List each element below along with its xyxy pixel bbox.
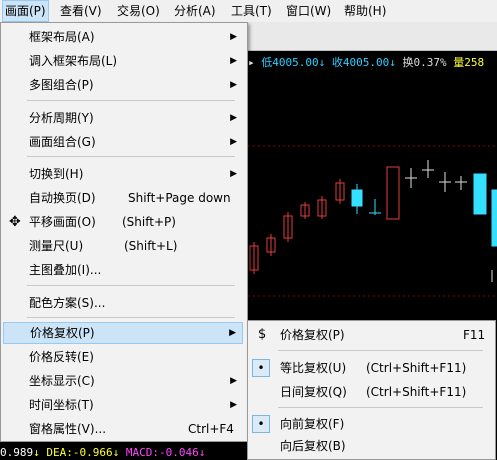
menu-item-analysis-period[interactable]: 分析周期(Y) ▶	[3, 107, 243, 129]
chevron-right-icon: ▶	[230, 32, 237, 42]
radio-selected-icon: •	[252, 359, 270, 377]
submenu-item-proportional[interactable]: • 等比复权(U) (Ctrl+Shift+F11)	[250, 357, 490, 379]
dif-value: 0.989	[0, 446, 34, 459]
menu-item-main-overlay[interactable]: 主图叠加(I)...	[3, 259, 243, 281]
menu-item-load-frame-layout[interactable]: 调入框架布局(L) ▶	[3, 50, 243, 72]
menu-item-screen-combo[interactable]: 画面组合(G) ▶	[3, 131, 243, 153]
menu-window[interactable]: 窗口(W)	[284, 0, 333, 22]
menu-separator	[278, 350, 483, 351]
dea-value: DEA:-0.966	[46, 446, 113, 459]
menu-item-frame-layout[interactable]: 框架布局(A) ▶	[3, 26, 243, 48]
screen-menu: 框架布局(A) ▶ 调入框架布局(L) ▶ 多图组合(P) ▶ 分析周期(Y) ▶ 画面…	[0, 22, 248, 442]
menu-view[interactable]: 查看(V)	[58, 0, 104, 22]
dollar-icon: $	[258, 327, 267, 342]
toolbar	[248, 22, 497, 51]
pan-icon: ✥	[9, 214, 21, 230]
menu-separator	[27, 317, 235, 318]
menu-item-pane-properties[interactable]: 窗格属性(V)... Ctrl+F4	[3, 418, 243, 440]
chevron-right-icon: ▶	[230, 169, 237, 179]
chevron-right-icon: ▶	[230, 376, 237, 386]
candle	[386, 166, 400, 220]
radio-selected-icon: •	[252, 415, 270, 433]
menu-item-coordinate-display[interactable]: 坐标显示(C) ▶	[3, 370, 243, 392]
menu-bar: 画面(P) 查看(V) 交易(O) 分析(A) 工具(T) 窗口(W) 帮助(H…	[0, 0, 497, 23]
menu-analysis[interactable]: 分析(A)	[172, 0, 218, 22]
menu-item-price-restoration[interactable]: 价格复权(P) ▶	[3, 322, 243, 344]
submenu-item-forward[interactable]: • 向前复权(F)	[250, 413, 490, 435]
menu-item-switch-to[interactable]: 切换到(H) ▶	[3, 163, 243, 185]
candle	[351, 189, 363, 207]
submenu-item-backward[interactable]: 向后复权(B)	[250, 435, 490, 457]
low-price: 低4005.00	[261, 56, 319, 69]
menu-item-ruler[interactable]: 测量尺(U) (Shift+L)	[3, 235, 243, 257]
menu-help[interactable]: 帮助(H)	[342, 0, 388, 22]
menu-item-color-scheme[interactable]: 配色方案(S)...	[3, 292, 243, 314]
menu-view-screen[interactable]: 画面(P)	[2, 0, 49, 22]
volume: 量258	[453, 56, 485, 69]
menu-separator	[278, 407, 483, 408]
menu-separator	[27, 156, 235, 157]
candle	[491, 189, 497, 247]
chevron-right-icon: ▶	[230, 137, 237, 147]
turnover-rate: 换0.37%	[402, 56, 447, 69]
menu-item-multi-chart[interactable]: 多图组合(P) ▶	[3, 74, 243, 96]
menu-separator	[27, 285, 235, 286]
chevron-right-icon: ▶	[230, 80, 237, 90]
chevron-right-icon: ▶	[230, 113, 237, 123]
submenu-item-daily[interactable]: 日间复权(Q) (Ctrl+Shift+F11)	[250, 381, 490, 403]
menu-item-price-reverse[interactable]: 价格反转(E)	[3, 346, 243, 368]
menu-item-time-axis[interactable]: 时间坐标(T) ▶	[3, 394, 243, 416]
chevron-right-icon: ▶	[230, 56, 237, 66]
close-price: 收4005.00	[331, 56, 390, 69]
stock-info-bar: ▸ 低4005.00↓ 收4005.00↓ 换0.37% 量258	[248, 56, 485, 69]
price-restoration-submenu: $ 价格复权(P) F11 • 等比复权(U) (Ctrl+Shift+F11)…	[247, 320, 496, 460]
menu-item-auto-page[interactable]: 自动换页(D) Shift+Page down	[3, 187, 243, 209]
submenu-item-price-restoration[interactable]: $ 价格复权(P) F11	[250, 324, 490, 346]
menu-item-pan-screen[interactable]: ✥ 平移画面(O) (Shift+P)	[3, 211, 243, 233]
macd-value: MACD:-0.046	[125, 446, 199, 459]
candle	[473, 173, 487, 215]
chevron-right-icon: ▶	[229, 328, 236, 338]
menu-trade[interactable]: 交易(O)	[115, 0, 162, 22]
menu-separator	[27, 100, 235, 101]
menu-tools[interactable]: 工具(T)	[229, 0, 274, 22]
chevron-right-icon: ▶	[230, 400, 237, 410]
